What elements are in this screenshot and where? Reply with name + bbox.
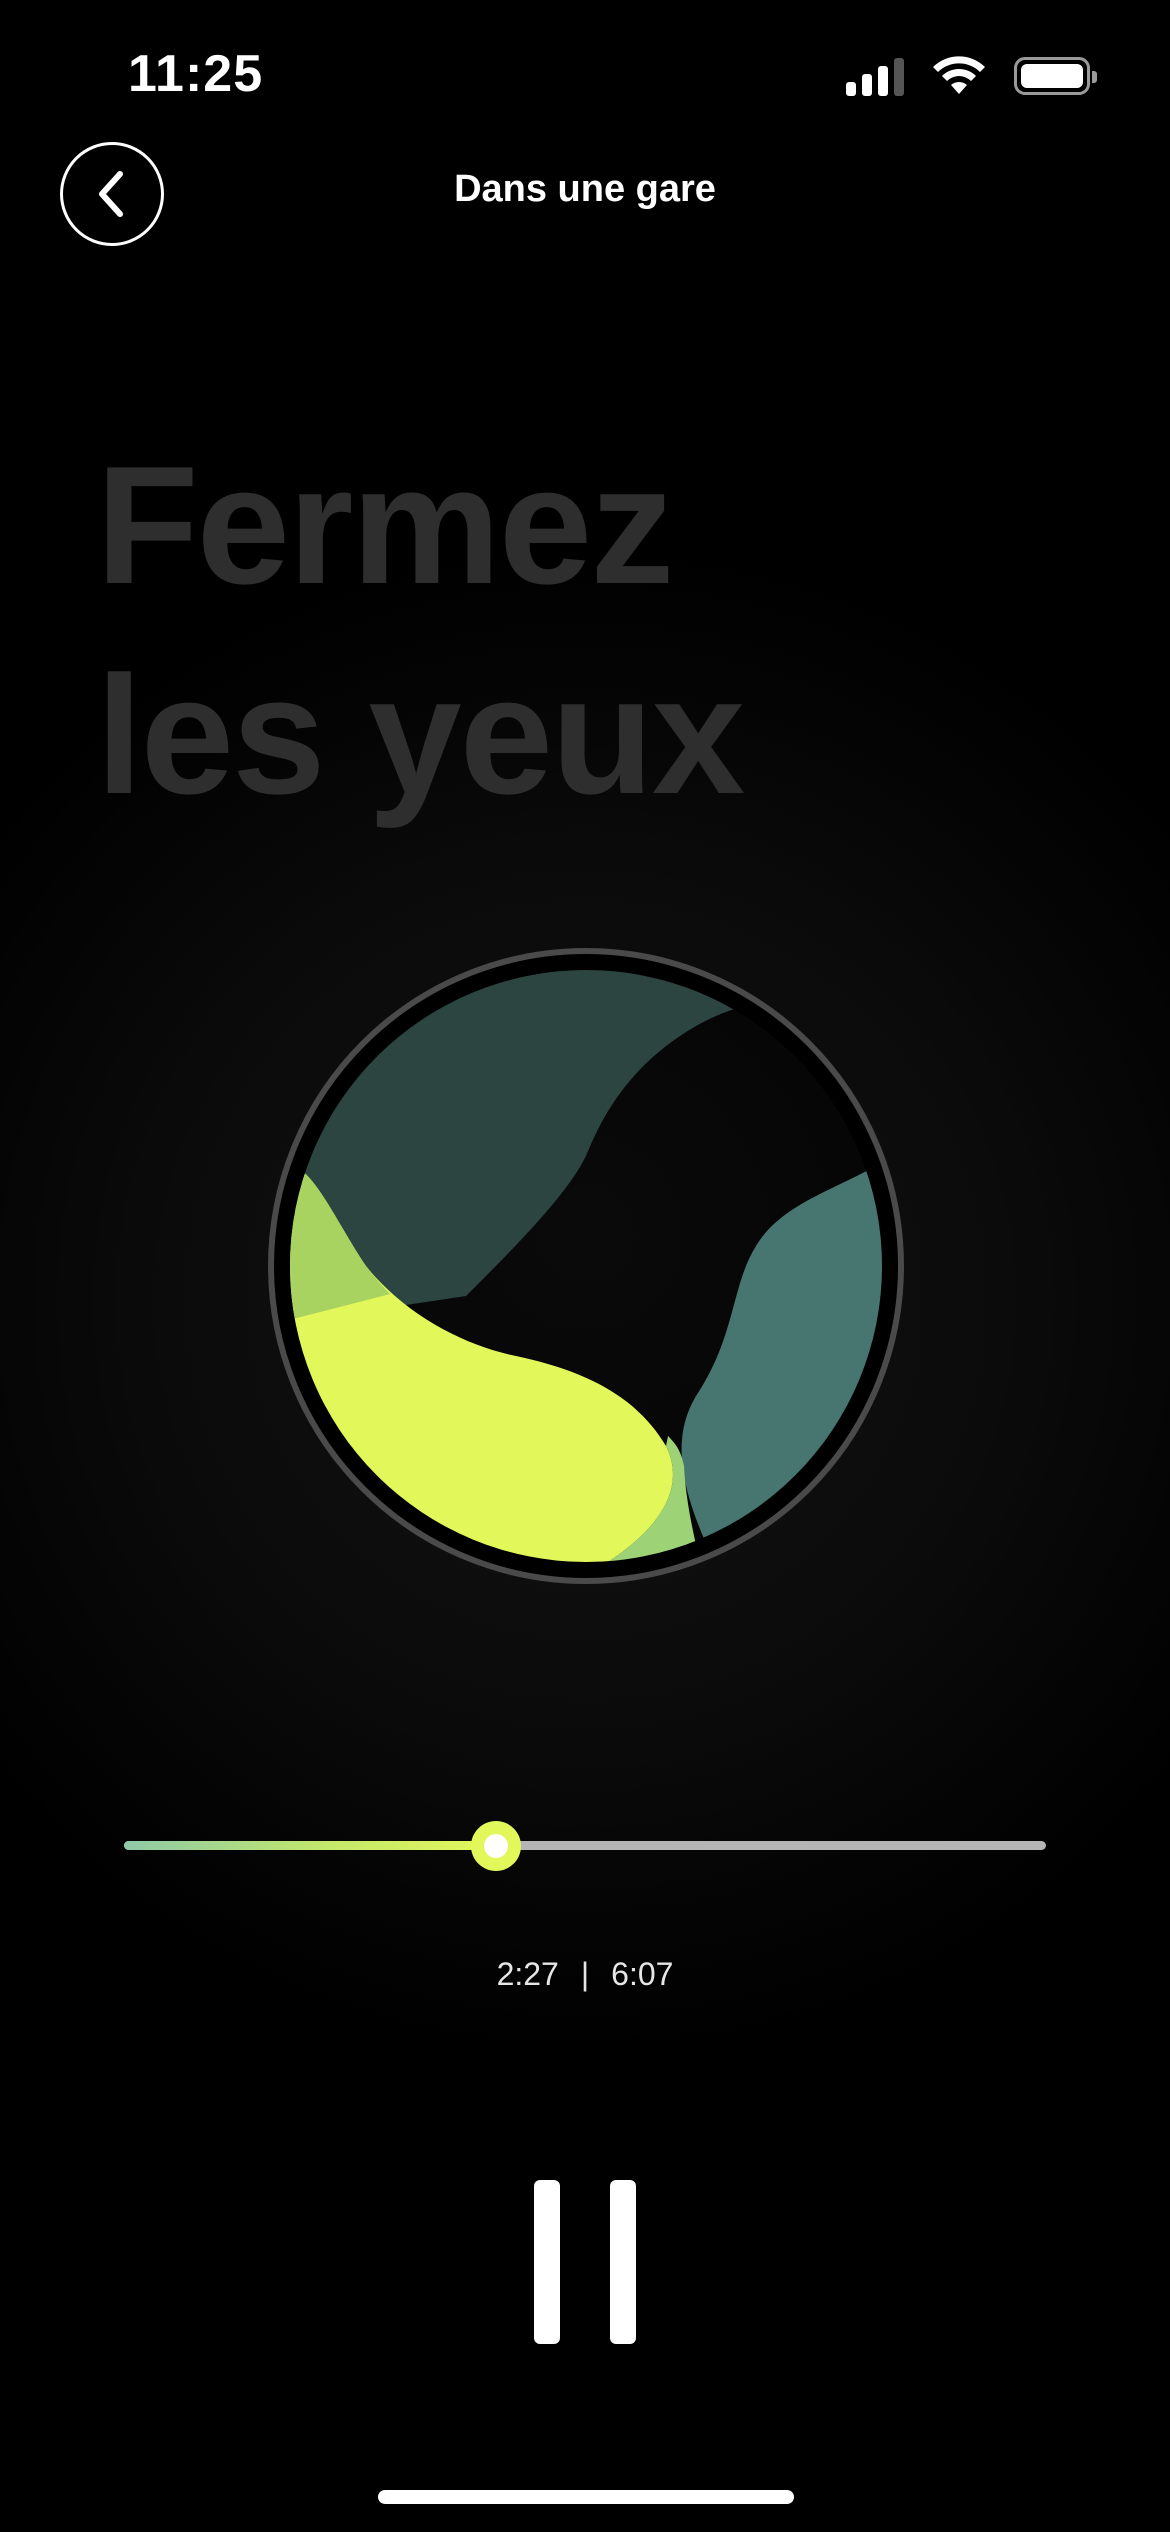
time-separator: | — [580, 1956, 590, 1992]
signal-icon — [846, 56, 904, 96]
progress-slider[interactable] — [124, 1821, 1046, 1871]
breathing-orb — [268, 948, 904, 1584]
page-title: Dans une gare — [454, 168, 716, 210]
progress-thumb[interactable] — [471, 1821, 522, 1871]
total-time: 6:07 — [611, 1956, 674, 1992]
pause-button[interactable] — [520, 2170, 650, 2350]
time-display: 2:27 | 6:07 — [0, 1956, 1170, 1993]
elapsed-time: 2:27 — [496, 1956, 559, 1992]
battery-icon — [1014, 57, 1097, 95]
status-time: 11:25 — [128, 45, 264, 103]
instruction-text: Fermez les yeux — [96, 420, 996, 840]
progress-fill — [124, 1841, 497, 1850]
status-icons — [846, 56, 1097, 96]
instruction-line-1: Fermez — [96, 431, 674, 619]
player-screen: 11:25 Dans une gare Fermez les yeux 2:27… — [0, 0, 1170, 2532]
instruction-line-2: les yeux — [96, 641, 745, 829]
wifi-icon — [933, 56, 985, 94]
home-indicator — [378, 2490, 794, 2504]
